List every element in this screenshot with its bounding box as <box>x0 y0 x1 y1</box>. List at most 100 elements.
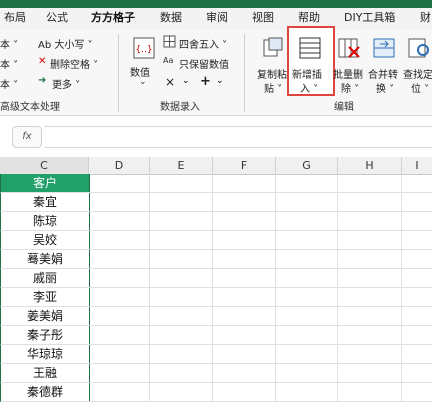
empty-cell[interactable] <box>213 231 276 250</box>
empty-cell[interactable] <box>213 288 276 307</box>
column-header-i[interactable]: I <box>402 157 432 175</box>
batch-delete-chevron[interactable]: 除 ˅ <box>341 80 359 95</box>
empty-cell[interactable] <box>402 345 432 364</box>
empty-cell[interactable] <box>213 174 276 193</box>
empty-cell[interactable] <box>276 193 338 212</box>
tab-formula[interactable]: 公式 <box>46 8 68 30</box>
empty-cell[interactable] <box>338 345 402 364</box>
empty-cell[interactable] <box>213 250 276 269</box>
empty-cell[interactable] <box>402 288 432 307</box>
empty-cell[interactable] <box>338 383 402 402</box>
empty-cell[interactable] <box>89 231 150 250</box>
empty-cell[interactable] <box>150 212 213 231</box>
empty-cell[interactable] <box>89 288 150 307</box>
empty-cell[interactable] <box>213 345 276 364</box>
empty-cell[interactable] <box>150 364 213 383</box>
empty-cell[interactable] <box>338 288 402 307</box>
customer-cell[interactable]: 姜美娟 <box>0 307 90 326</box>
empty-cell[interactable] <box>89 269 150 288</box>
empty-cell[interactable] <box>402 193 432 212</box>
customer-cell[interactable]: 吴姣 <box>0 231 90 250</box>
column-header-g[interactable]: G <box>276 157 338 175</box>
empty-cell[interactable] <box>89 212 150 231</box>
new-insert-button[interactable]: 新增插 <box>292 66 322 81</box>
tab-finance[interactable]: 财 <box>420 8 431 30</box>
empty-cell[interactable] <box>150 383 213 402</box>
merge-convert-chevron[interactable]: 换 ˅ <box>376 80 394 95</box>
customer-cell[interactable]: 戚丽 <box>0 269 90 288</box>
empty-cell[interactable] <box>89 174 150 193</box>
empty-cell[interactable] <box>213 193 276 212</box>
merge-convert-button[interactable]: 合并转 <box>368 66 398 81</box>
empty-cell[interactable] <box>150 231 213 250</box>
tab-diy-toolbox[interactable]: DIY工具箱 <box>344 8 395 30</box>
empty-cell[interactable] <box>150 250 213 269</box>
empty-cell[interactable] <box>402 212 432 231</box>
empty-cell[interactable] <box>402 383 432 402</box>
empty-cell[interactable] <box>89 307 150 326</box>
case-convert-button[interactable]: Ab 大小写 ˅ <box>38 36 93 51</box>
empty-cell[interactable] <box>276 307 338 326</box>
empty-cell[interactable] <box>338 307 402 326</box>
customer-cell[interactable]: 秦德群 <box>0 383 90 402</box>
customer-cell[interactable]: 陈琼 <box>0 212 90 231</box>
customer-cell[interactable]: 秦宜 <box>0 193 90 212</box>
fx-button[interactable]: fx <box>12 126 42 148</box>
round-button[interactable]: 四舍五入 ˅ <box>179 36 227 51</box>
empty-cell[interactable] <box>276 345 338 364</box>
copy-paste-chevron[interactable]: 贴 ˅ <box>264 80 282 95</box>
delete-space-button[interactable]: 删除空格 ˅ <box>50 56 98 71</box>
empty-cell[interactable] <box>338 250 402 269</box>
tab-view[interactable]: 视图 <box>252 8 274 30</box>
empty-cell[interactable] <box>276 250 338 269</box>
empty-cell[interactable] <box>402 326 432 345</box>
plus-button[interactable]: + <box>200 74 211 89</box>
empty-cell[interactable] <box>89 193 150 212</box>
customer-cell[interactable]: 李亚 <box>0 288 90 307</box>
keep-value-button[interactable]: 只保留数值 <box>179 56 229 71</box>
empty-cell[interactable] <box>338 174 402 193</box>
empty-cell[interactable] <box>150 326 213 345</box>
empty-cell[interactable] <box>89 326 150 345</box>
empty-cell[interactable] <box>402 307 432 326</box>
empty-cell[interactable] <box>89 364 150 383</box>
empty-cell[interactable] <box>338 326 402 345</box>
empty-cell[interactable] <box>276 383 338 402</box>
text-case-dropdown-3[interactable]: 本 ˅ <box>0 76 18 91</box>
tab-layout[interactable]: 布局 <box>4 8 26 30</box>
numeric-icon[interactable]: {..} <box>132 36 156 60</box>
empty-cell[interactable] <box>402 364 432 383</box>
find-locate-chevron[interactable]: 位 ˅ <box>411 80 429 95</box>
find-locate-button[interactable]: 查找定 <box>403 66 432 81</box>
tab-review[interactable]: 审阅 <box>206 8 228 30</box>
multiply-button[interactable]: × <box>165 75 175 89</box>
empty-cell[interactable] <box>276 288 338 307</box>
tab-fangfang[interactable]: 方方格子 <box>91 8 135 32</box>
formula-input[interactable] <box>44 126 432 148</box>
header-cell-customer[interactable]: 客户 <box>0 174 90 193</box>
empty-cell[interactable] <box>150 288 213 307</box>
empty-cell[interactable] <box>89 345 150 364</box>
empty-cell[interactable] <box>338 231 402 250</box>
empty-cell[interactable] <box>213 212 276 231</box>
customer-cell[interactable]: 秦子彤 <box>0 326 90 345</box>
empty-cell[interactable] <box>213 307 276 326</box>
column-header-c[interactable]: C <box>0 157 89 175</box>
batch-delete-button[interactable]: 批量删 <box>333 66 363 81</box>
empty-cell[interactable] <box>402 231 432 250</box>
more-button[interactable]: 更多 ˅ <box>52 76 80 91</box>
empty-cell[interactable] <box>338 193 402 212</box>
empty-cell[interactable] <box>276 212 338 231</box>
empty-cell[interactable] <box>338 212 402 231</box>
column-header-d[interactable]: D <box>89 157 150 175</box>
column-header-f[interactable]: F <box>213 157 276 175</box>
tab-data[interactable]: 数据 <box>160 8 182 30</box>
empty-cell[interactable] <box>276 364 338 383</box>
empty-cell[interactable] <box>150 174 213 193</box>
empty-cell[interactable] <box>276 231 338 250</box>
customer-cell[interactable]: 王融 <box>0 364 90 383</box>
empty-cell[interactable] <box>89 383 150 402</box>
empty-cell[interactable] <box>150 193 213 212</box>
new-insert-chevron[interactable]: 入 ˅ <box>300 80 318 95</box>
empty-cell[interactable] <box>276 269 338 288</box>
